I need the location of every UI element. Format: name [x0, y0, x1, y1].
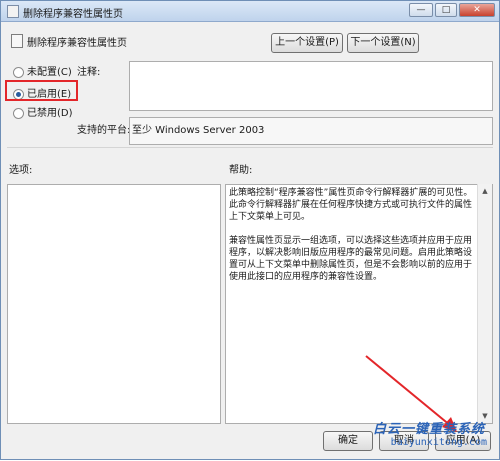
comment-label: 注释:	[77, 67, 101, 78]
platform-label: 支持的平台:	[77, 125, 131, 136]
help-text: 此策略控制“程序兼容性”属性页命令行解释器扩展的可见性。此命令行解释器扩展在任何…	[229, 187, 477, 295]
help-paragraph: 兼容性属性页显示一组选项，可以选择这些选项并应用于应用程序，以解决影响旧版应用程…	[229, 236, 473, 282]
next-setting-button[interactable]: 下一个设置(N)	[347, 33, 419, 53]
scroll-up-arrow-icon[interactable]: ▲	[478, 184, 492, 198]
enabled-highlight-box	[5, 80, 78, 101]
comment-textarea[interactable]	[129, 61, 493, 111]
options-panel[interactable]	[7, 184, 221, 424]
radio-disabled[interactable]: 已禁用(D)	[13, 104, 73, 119]
ok-button[interactable]: 确定	[323, 431, 373, 451]
platform-value: 至少 Windows Server 2003	[132, 125, 265, 136]
window-title: 删除程序兼容性属性页	[23, 9, 123, 20]
section-divider	[7, 147, 493, 148]
document-icon	[7, 5, 19, 18]
radio-button-icon	[13, 107, 24, 119]
help-scrollbar[interactable]: ▲ ▼	[477, 184, 492, 423]
options-label: 选项:	[9, 165, 33, 176]
watermark-url: baiyunxitong.com	[390, 437, 487, 448]
previous-setting-button[interactable]: 上一个设置(P)	[271, 33, 343, 53]
maximize-button[interactable]: □	[435, 3, 457, 17]
close-button[interactable]: ✕	[459, 3, 495, 17]
policy-dialog-window: 删除程序兼容性属性页 — □ ✕ 删除程序兼容性属性页 上一个设置(P) 下一个…	[0, 0, 500, 460]
watermark-logo: 白云一键重装系统	[372, 422, 485, 437]
radio-not-configured[interactable]: 未配置(C)	[13, 63, 72, 78]
minimize-button[interactable]: —	[409, 3, 433, 17]
radio-button-icon	[13, 66, 24, 78]
help-paragraph: 此策略控制“程序兼容性”属性页命令行解释器扩展的可见性。此命令行解释器扩展在任何…	[229, 188, 473, 222]
help-label: 帮助:	[229, 165, 253, 176]
policy-title: 删除程序兼容性属性页	[27, 38, 127, 49]
policy-icon	[11, 34, 23, 48]
